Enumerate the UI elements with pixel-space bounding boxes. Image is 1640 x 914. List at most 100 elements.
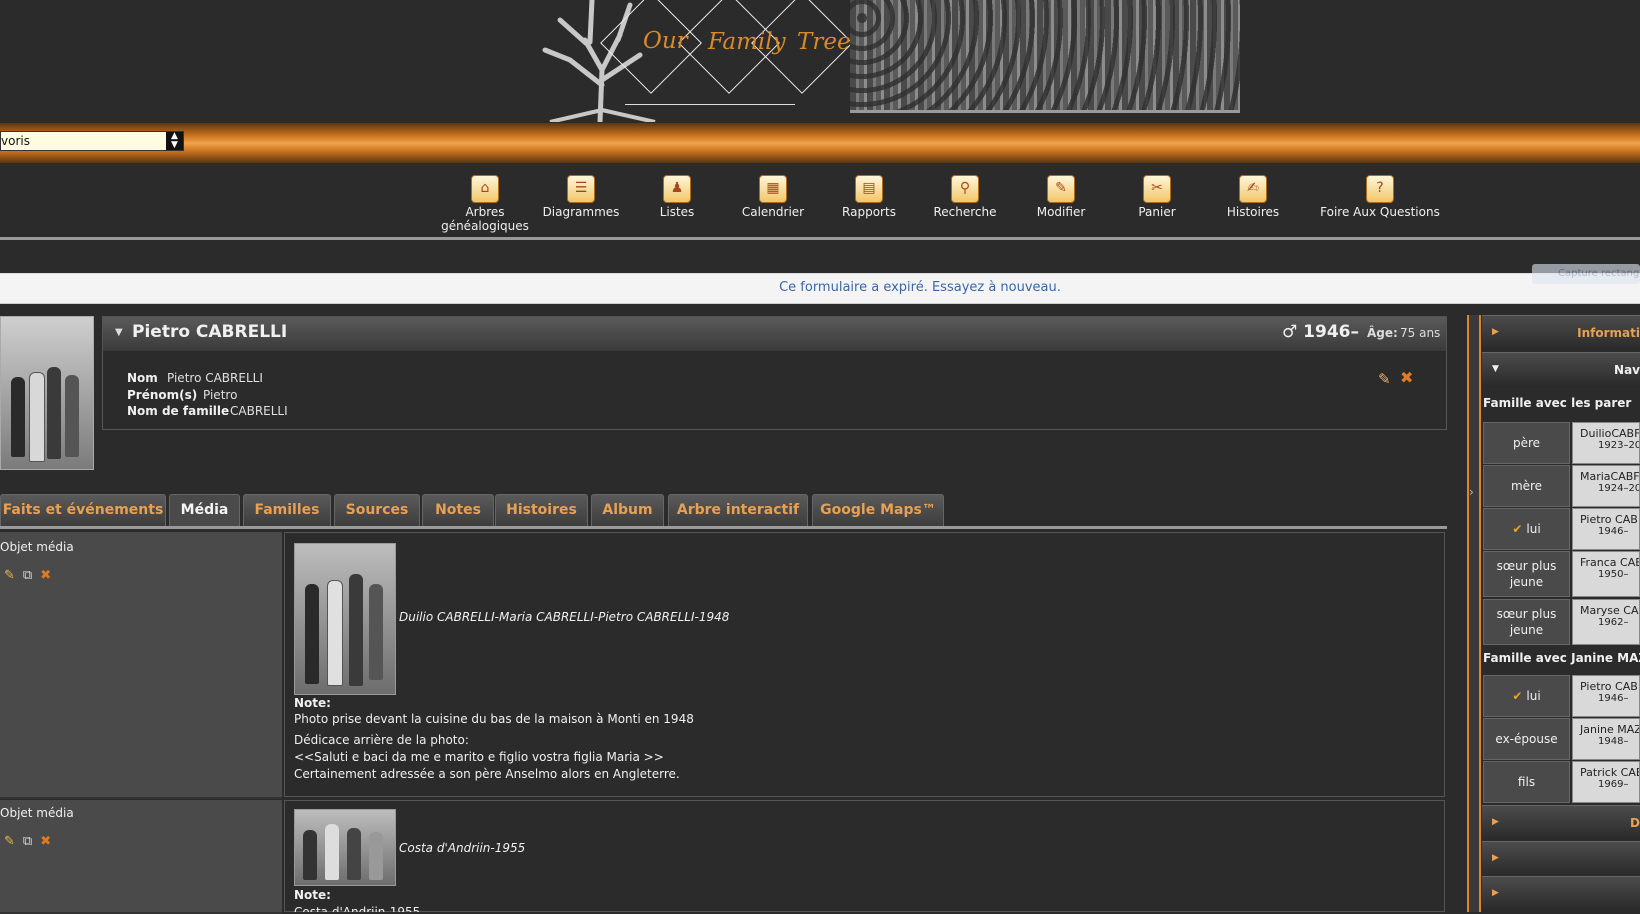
- tab-arbre-interactif[interactable]: Arbre interactif: [668, 494, 808, 526]
- relation-label: mère: [1483, 465, 1570, 507]
- delete-x-icon[interactable]: ✖: [40, 834, 51, 849]
- edit-pencil-icon[interactable]: ✎: [1378, 370, 1391, 388]
- scissors-icon: ✂: [1143, 175, 1171, 203]
- favorites-select[interactable]: voris ▲ ▼: [0, 131, 184, 151]
- tab-album[interactable]: Album: [591, 494, 664, 526]
- menu-item-story[interactable]: ✍ Histoires: [1205, 175, 1301, 219]
- menu-item-label: Diagrammes: [542, 205, 620, 219]
- home-icon: ⌂: [471, 175, 499, 203]
- media-thumbnail[interactable]: [294, 543, 396, 695]
- copy-icon[interactable]: ⧉: [23, 834, 32, 849]
- media-note-line: Photo prise devant la cuisine du bas de …: [294, 712, 694, 726]
- calendar-icon: ▦: [759, 175, 787, 203]
- banner-word-tree: Tree: [797, 29, 851, 55]
- site-banner[interactable]: Our Family Tree: [530, 0, 1240, 122]
- menu-item-scissors[interactable]: ✂ Panier: [1109, 175, 1205, 219]
- edit-pencil-icon[interactable]: ✎: [4, 834, 15, 849]
- sidebar-section-collapsed[interactable]: ▶: [1482, 876, 1640, 911]
- sidebar-section-navigator[interactable]: ▼ Nav: [1482, 352, 1640, 387]
- relative-card[interactable]: DuilioCABF 1923–20: [1572, 422, 1640, 464]
- menu-item-edit[interactable]: ✎ Modifier: [1013, 175, 1109, 219]
- person-header-bar[interactable]: [103, 317, 1446, 351]
- age-label: Âge:: [1367, 326, 1398, 340]
- tab-histoires[interactable]: Histoires: [495, 494, 588, 526]
- menu-item-calendar[interactable]: ▦ Calendrier: [725, 175, 821, 219]
- menu-item-report[interactable]: ▤ Rapports: [821, 175, 917, 219]
- person-photo-thumbnail[interactable]: [0, 316, 94, 470]
- menu-item-people[interactable]: ♟ Listes: [629, 175, 725, 219]
- select-updown-icon: ▲ ▼: [166, 132, 183, 150]
- expand-caret-icon: ▶: [1492, 327, 1499, 337]
- banner-word-family: Family: [708, 29, 786, 55]
- expand-caret-icon: ▶: [1492, 853, 1499, 863]
- relative-name: Franca CAB: [1580, 556, 1640, 569]
- tab-m-dia[interactable]: Média: [169, 494, 240, 526]
- relation-text: père: [1512, 436, 1541, 450]
- banner-rail: [625, 104, 795, 105]
- media-actions: ✎ ⧉ ✖: [4, 834, 51, 849]
- magnifier-icon: ⚲: [951, 175, 979, 203]
- relative-dates: 1948–: [1598, 736, 1629, 747]
- favorites-selected-value: voris: [1, 134, 30, 148]
- tab-notes[interactable]: Notes: [422, 494, 494, 526]
- delete-x-icon[interactable]: ✖: [1400, 368, 1413, 387]
- person-name: Pietro CABRELLI: [132, 322, 288, 342]
- menu-item-magnifier[interactable]: ⚲ Recherche: [917, 175, 1013, 219]
- relative-card[interactable]: Patrick CAE 1969–: [1572, 761, 1640, 803]
- family-with-spouse-heading: Famille avec Janine MAZA: [1483, 651, 1640, 665]
- media-value-cell: [284, 800, 1445, 912]
- fact-value: Pietro: [203, 388, 238, 402]
- relative-dates: 1962–: [1598, 617, 1629, 628]
- sidebar-section-title: Nav: [1614, 363, 1640, 377]
- tab-faits-et-v-nements[interactable]: Faits et événements: [0, 494, 166, 526]
- copy-icon[interactable]: ⧉: [23, 568, 32, 583]
- form-expired-message: Ce formulaire a expiré. Essayez à nouvea…: [779, 280, 1061, 295]
- checkmark-icon: ✔: [1512, 522, 1523, 536]
- expand-caret-icon: ▶: [1492, 888, 1499, 898]
- relative-card[interactable]: Pietro CAB 1946–: [1572, 675, 1640, 717]
- media-label-cell: Objet média ✎ ⧉ ✖: [0, 800, 282, 914]
- media-object-label: Objet média: [0, 540, 74, 554]
- family-with-parents-heading: Famille avec les parer: [1483, 396, 1632, 410]
- menu-item-home[interactable]: ⌂ Arbres généalogiques: [437, 175, 533, 233]
- relative-dates: 1969–: [1598, 779, 1629, 790]
- edit-pencil-icon[interactable]: ✎: [4, 568, 15, 583]
- media-caption[interactable]: Costa d'Andriin-1955: [399, 841, 525, 855]
- relative-card[interactable]: Maryse CAE 1962–: [1572, 599, 1640, 645]
- banner-word-our: Our: [643, 28, 688, 54]
- relative-card[interactable]: Franca CAB 1950–: [1572, 551, 1640, 597]
- collapse-caret-icon[interactable]: ▼: [115, 327, 123, 338]
- sidebar-section-title: Informati: [1577, 326, 1640, 340]
- person-lifespan: ♂ 1946–: [1282, 322, 1359, 342]
- tab-sources[interactable]: Sources: [334, 494, 420, 526]
- menu-item-diagram[interactable]: ☰ Diagrammes: [533, 175, 629, 219]
- media-caption[interactable]: Duilio CABRELLI-Maria CABRELLI-Pietro CA…: [399, 610, 729, 624]
- tab-google-maps[interactable]: Google Maps™: [812, 494, 944, 526]
- tab-familles[interactable]: Familles: [243, 494, 331, 526]
- relative-card[interactable]: MariaCABF 1924–20: [1572, 465, 1640, 507]
- sidebar-toggle-arrow-icon[interactable]: ›: [1469, 485, 1474, 499]
- sidebar-section-collapsed[interactable]: ▶ D: [1482, 805, 1640, 840]
- fact-label: Prénom(s): [127, 388, 198, 402]
- menu-item-faq[interactable]: ? Foire Aux Questions: [1310, 175, 1450, 219]
- delete-x-icon[interactable]: ✖: [40, 568, 51, 583]
- fact-value: CABRELLI: [230, 404, 288, 418]
- sidebar-section-collapsed[interactable]: ▶: [1482, 841, 1640, 876]
- relative-dates: 1946–: [1598, 693, 1629, 704]
- relation-label: père: [1483, 422, 1570, 464]
- menu-item-label: Histoires: [1226, 205, 1280, 219]
- faq-icon: ?: [1366, 175, 1394, 203]
- relation-text: mère: [1510, 479, 1543, 493]
- relative-card[interactable]: Pietro CAB 1946–: [1572, 508, 1640, 550]
- tab-underline: [0, 526, 1447, 529]
- media-note-line: <<Saluti e baci da me e marito e figlio …: [294, 750, 664, 764]
- sidebar-section-information[interactable]: ▶ Informati: [1482, 315, 1640, 350]
- diagram-icon: ☰: [567, 175, 595, 203]
- menu-item-label: Rapports: [842, 205, 896, 219]
- media-thumbnail[interactable]: [294, 809, 396, 886]
- relative-card[interactable]: Janine MAZ 1948–: [1572, 718, 1640, 760]
- relative-dates: 1924–20: [1598, 483, 1640, 494]
- media-note-label: Note:: [294, 888, 331, 902]
- relative-dates: 1950–: [1598, 569, 1629, 580]
- report-icon: ▤: [855, 175, 883, 203]
